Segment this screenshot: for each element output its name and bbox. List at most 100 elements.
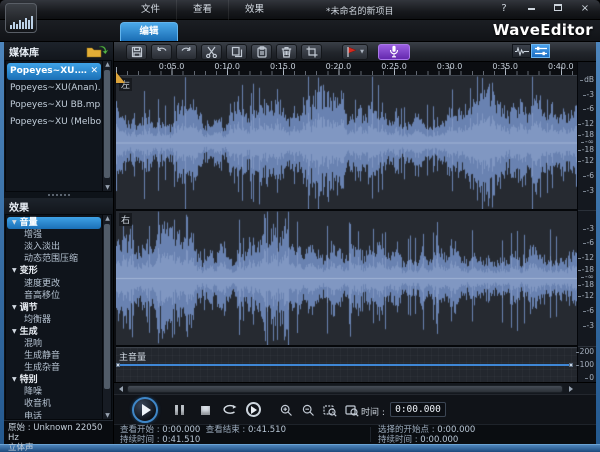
- media-item[interactable]: Popeyes~XU (Melboorn...: [7, 114, 101, 131]
- scroll-up-icon[interactable]: ▲: [104, 61, 111, 68]
- effect-item[interactable]: 动态范围压缩: [7, 253, 101, 265]
- effect-item[interactable]: 生成杂音: [7, 362, 101, 374]
- collapse-arrow-icon: ▼: [12, 376, 17, 384]
- effect-item[interactable]: 混响: [7, 338, 101, 350]
- playhead-marker[interactable]: [116, 72, 125, 83]
- master-volume-label: 主音量: [119, 353, 147, 363]
- media-list-scrollbar[interactable]: ▲ ▼: [102, 61, 111, 191]
- play-selection-button[interactable]: [246, 402, 261, 417]
- cut-button[interactable]: [201, 43, 222, 60]
- media-item[interactable]: Popeyes~XU.wav ✕: [7, 63, 101, 80]
- left-channel[interactable]: 左: [116, 75, 577, 209]
- right-channel[interactable]: 右: [116, 211, 577, 345]
- main-area: ▼ 0:05.0 0:10.0 0:15.0 0:20.0 0:25.0 0:3…: [114, 42, 596, 444]
- minimize-button[interactable]: [524, 2, 538, 16]
- scrollbar-thumb[interactable]: [127, 385, 563, 393]
- effect-item[interactable]: 收音机: [7, 398, 101, 410]
- maximize-button[interactable]: [551, 2, 565, 16]
- effect-item[interactable]: 电话: [7, 411, 101, 419]
- loop-icon: [222, 404, 236, 414]
- play-icon: [251, 405, 257, 414]
- volume-tick: 200: [576, 348, 594, 356]
- effect-item[interactable]: 降噪: [7, 386, 101, 398]
- menu-file[interactable]: 文件: [125, 0, 178, 20]
- left-waveform[interactable]: [116, 76, 577, 209]
- loop-button[interactable]: [220, 402, 238, 418]
- envelope-point[interactable]: [116, 363, 120, 367]
- effect-item[interactable]: 速度更改: [7, 277, 101, 289]
- copy-button[interactable]: [226, 43, 247, 60]
- redo-button[interactable]: [176, 43, 197, 60]
- crop-icon: [306, 46, 317, 57]
- envelope-point[interactable]: [569, 363, 573, 367]
- zoom-fit-button[interactable]: [343, 402, 361, 418]
- status-bar: 查看开始 : 0:00.000 查看结束 : 0:41.510 持续时间 : 0…: [114, 424, 596, 444]
- time-display[interactable]: 0:00.000: [390, 402, 446, 417]
- volume-envelope-line[interactable]: [116, 363, 573, 367]
- media-item[interactable]: Popeyes~XU(Anan).wav: [7, 80, 101, 97]
- effect-group-special[interactable]: ▼ 特别: [7, 374, 101, 386]
- db-tick: -12: [578, 157, 594, 165]
- scroll-up-icon[interactable]: ▲: [104, 215, 111, 222]
- pause-button[interactable]: [170, 402, 188, 418]
- db-unit-label: dB: [580, 76, 594, 84]
- time-tick: 0:20.0: [325, 62, 352, 71]
- db-scale-right: -3 -6 -12 -18 -∞ -18 -12 -6 -3: [578, 210, 596, 346]
- undo-button[interactable]: [151, 43, 172, 60]
- trim-button[interactable]: [301, 43, 322, 60]
- paste-icon: [256, 45, 267, 58]
- effect-group-volume[interactable]: ▼ 音量: [7, 217, 101, 230]
- add-marker-button[interactable]: ▼: [342, 43, 368, 60]
- volume-tick: 100: [576, 361, 594, 369]
- waveform-view-button[interactable]: [512, 44, 531, 58]
- scroll-down-icon[interactable]: ▼: [104, 184, 111, 191]
- multitrack-view-button[interactable]: [531, 44, 550, 58]
- zoom-in-button[interactable]: [277, 402, 295, 418]
- dropdown-arrow-icon: ▼: [360, 48, 364, 55]
- master-volume-track[interactable]: 主音量: [116, 347, 577, 382]
- effect-item[interactable]: 增强: [7, 229, 101, 241]
- close-icon[interactable]: ✕: [90, 63, 98, 80]
- effect-label: 淡入淡出: [24, 242, 61, 253]
- effect-item[interactable]: 生成静音: [7, 350, 101, 362]
- time-tick: 0:35.0: [492, 62, 518, 71]
- menu-view[interactable]: 查看: [177, 0, 230, 20]
- save-button[interactable]: [126, 43, 147, 60]
- effect-group-transform[interactable]: ▼ 变形: [7, 265, 101, 277]
- effect-label: 收音机: [24, 399, 52, 410]
- media-item[interactable]: Popeyes~XU BB.mp3: [7, 97, 101, 114]
- scroll-down-icon[interactable]: ▼: [104, 412, 111, 419]
- import-file-icon[interactable]: [86, 45, 108, 58]
- paste-button[interactable]: [251, 43, 272, 60]
- scrollbar-thumb[interactable]: [104, 70, 110, 178]
- app-logo-icon[interactable]: [5, 3, 37, 33]
- time-tick: 0:25.0: [381, 62, 407, 71]
- effects-list-scrollbar[interactable]: ▲ ▼: [102, 215, 111, 419]
- horizontal-scrollbar[interactable]: [114, 382, 596, 394]
- effect-item[interactable]: 音高移位: [7, 290, 101, 302]
- right-waveform[interactable]: [116, 211, 577, 345]
- duration-label: 持续时间 :: [120, 434, 160, 445]
- timeline-ruler[interactable]: 0:05.0 0:10.0 0:15.0 0:20.0 0:25.0 0:30.…: [116, 62, 577, 75]
- zoom-selection-button[interactable]: [321, 402, 339, 418]
- sidebar: 媒体库 Popeyes~XU.wav ✕ Popeyes~XU(Anan).wa…: [4, 42, 114, 452]
- scroll-right-icon[interactable]: [565, 384, 576, 394]
- delete-button[interactable]: [276, 43, 297, 60]
- menu-effects[interactable]: 效果: [229, 0, 280, 20]
- copy-icon: [231, 46, 242, 57]
- stop-button[interactable]: [196, 402, 214, 418]
- play-button[interactable]: [132, 397, 158, 423]
- scrollbar-thumb[interactable]: [104, 224, 110, 389]
- effect-group-generate[interactable]: ▼ 生成: [7, 326, 101, 338]
- scroll-left-icon[interactable]: [115, 384, 126, 394]
- effect-item[interactable]: 均衡器: [7, 314, 101, 326]
- effect-item[interactable]: 淡入淡出: [7, 241, 101, 253]
- record-button[interactable]: [378, 43, 410, 60]
- zoom-out-button[interactable]: [299, 402, 317, 418]
- db-tick: -3: [583, 187, 594, 195]
- close-button[interactable]: ×: [578, 2, 592, 16]
- collapse-arrow-icon: ▼: [12, 267, 17, 275]
- help-button[interactable]: ?: [497, 2, 511, 16]
- tab-edit[interactable]: 编辑: [120, 22, 178, 41]
- effect-group-adjust[interactable]: ▼ 调节: [7, 302, 101, 314]
